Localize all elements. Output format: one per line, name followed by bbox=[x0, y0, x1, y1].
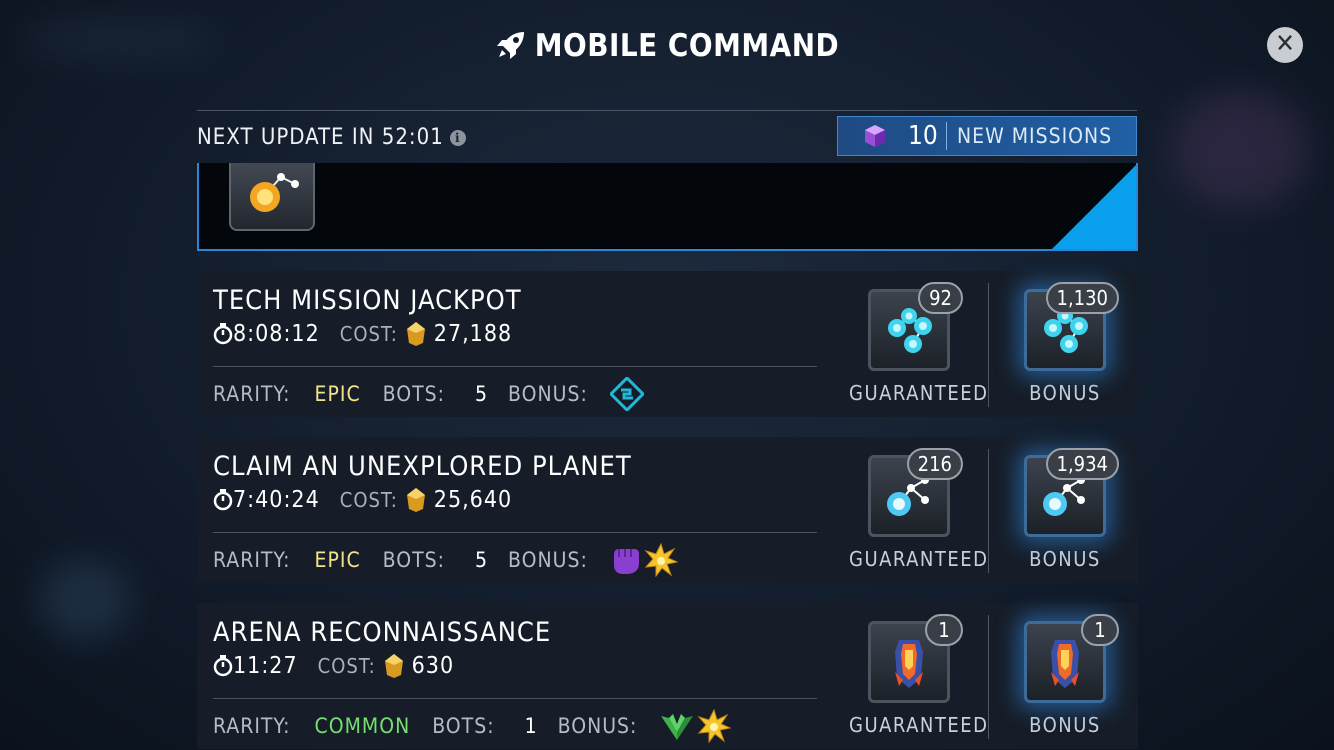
reward-count-badge: 1 bbox=[925, 614, 963, 646]
corner-accent-icon bbox=[1052, 165, 1136, 249]
mission-card[interactable]: TECH MISSION JACKPOT 8:08:12 COST: 27,18… bbox=[197, 271, 1138, 417]
bonus-reward-label: BONUS bbox=[1029, 381, 1101, 405]
rarity-value: EPIC bbox=[314, 548, 361, 572]
bots-value: 1 bbox=[524, 714, 538, 738]
mission-stats: RARITY: COMMON BOTS: 1 BONUS: bbox=[213, 709, 732, 743]
reward-frame: 92 bbox=[868, 282, 963, 371]
guaranteed-label: GUARANTEED bbox=[849, 713, 989, 737]
bots-value: 5 bbox=[475, 548, 489, 572]
rarity-value: COMMON bbox=[314, 714, 411, 738]
divider bbox=[213, 366, 817, 367]
cost-label: COST: bbox=[339, 322, 398, 346]
featured-mission-card[interactable] bbox=[197, 163, 1138, 251]
divider bbox=[988, 615, 989, 739]
mission-meta: 8:08:12 COST: 27,188 bbox=[213, 321, 512, 347]
mission-title: TECH MISSION JACKPOT bbox=[213, 285, 522, 316]
new-missions-button[interactable]: 10 NEW MISSIONS bbox=[837, 116, 1137, 156]
guaranteed-reward[interactable]: 92 GUARANTEED bbox=[849, 282, 989, 405]
reward-count-badge: 1 bbox=[1081, 614, 1119, 646]
next-update-timer: NEXT UPDATE IN 52:01 i bbox=[197, 125, 466, 150]
mutant-fist-icon bbox=[613, 549, 639, 574]
rarity-label: RARITY: bbox=[213, 382, 291, 406]
mission-meta: 7:40:24 COST: 25,640 bbox=[213, 487, 512, 513]
new-missions-count: 10 bbox=[908, 121, 938, 151]
bonus-reward[interactable]: 1,130 BONUS bbox=[1005, 282, 1125, 405]
reward-frame: 1 bbox=[1024, 614, 1119, 703]
cosmic-burst-icon bbox=[697, 709, 732, 743]
mission-title: CLAIM AN UNEXPLORED PLANET bbox=[213, 451, 632, 482]
bots-label: BOTS: bbox=[382, 548, 446, 572]
timer-icon bbox=[213, 489, 233, 511]
title-text: MOBILE COMMAND bbox=[534, 28, 840, 64]
mission-meta: 11:27 COST: 630 bbox=[213, 653, 454, 679]
skill-wings-icon bbox=[661, 714, 694, 740]
reward-frame: 1 bbox=[868, 614, 963, 703]
divider bbox=[988, 449, 989, 573]
bonus-reward-label: BONUS bbox=[1029, 547, 1101, 571]
bonus-icons bbox=[610, 543, 678, 577]
timer-icon bbox=[213, 655, 233, 677]
reward-frame: 1,130 bbox=[1024, 282, 1119, 371]
bonus-label: BONUS: bbox=[557, 714, 638, 738]
catalyst-icon bbox=[229, 163, 315, 231]
mission-card[interactable]: ARENA RECONNAISSANCE 11:27 COST: 630 RAR… bbox=[197, 603, 1138, 749]
guaranteed-label: GUARANTEED bbox=[849, 381, 989, 405]
bonus-label: BONUS: bbox=[508, 382, 588, 406]
timer-icon bbox=[213, 323, 233, 345]
divider bbox=[946, 122, 947, 150]
guaranteed-reward[interactable]: 1 GUARANTEED bbox=[849, 614, 989, 737]
bonus-reward[interactable]: 1 BONUS bbox=[1005, 614, 1125, 737]
divider bbox=[213, 532, 817, 533]
cosmic-burst-icon bbox=[644, 543, 678, 577]
reward-count-badge: 1,130 bbox=[1045, 282, 1119, 314]
mission-timer: 11:27 bbox=[233, 653, 298, 679]
new-missions-label: NEW MISSIONS bbox=[957, 124, 1113, 148]
bonus-icons bbox=[609, 377, 644, 411]
tech-class-icon bbox=[609, 377, 644, 411]
info-icon[interactable]: i bbox=[449, 130, 466, 146]
guaranteed-reward[interactable]: 216 GUARANTEED bbox=[849, 448, 989, 571]
rocket-icon bbox=[496, 32, 524, 59]
cost-label: COST: bbox=[339, 488, 398, 512]
reward-count-badge: 216 bbox=[906, 448, 963, 480]
mission-cost: 25,640 bbox=[433, 487, 513, 513]
gold-icon bbox=[406, 322, 425, 346]
page-title: MOBILE COMMAND bbox=[0, 28, 1334, 64]
bonus-reward-label: BONUS bbox=[1029, 713, 1101, 737]
cost-label: COST: bbox=[317, 654, 376, 678]
reward-count-badge: 1,934 bbox=[1045, 448, 1119, 480]
bots-value: 5 bbox=[475, 382, 489, 406]
background-decor bbox=[40, 560, 130, 640]
cube-icon bbox=[865, 125, 885, 147]
reward-count-badge: 92 bbox=[918, 282, 963, 314]
rarity-label: RARITY: bbox=[213, 548, 291, 572]
gold-icon bbox=[384, 654, 403, 678]
mission-timer: 8:08:12 bbox=[233, 321, 320, 347]
close-icon: ✕ bbox=[1275, 29, 1295, 59]
next-update-text: NEXT UPDATE IN 52:01 bbox=[197, 125, 444, 150]
background-decor bbox=[1170, 90, 1310, 210]
update-bar: NEXT UPDATE IN 52:01 i 10 NEW MISSIONS bbox=[197, 110, 1137, 164]
mission-stats: RARITY: EPIC BOTS: 5 BONUS: bbox=[213, 543, 678, 577]
reward-frame: 216 bbox=[868, 448, 963, 537]
close-button[interactable]: ✕ bbox=[1267, 27, 1303, 63]
mission-title: ARENA RECONNAISSANCE bbox=[213, 617, 552, 648]
bots-label: BOTS: bbox=[432, 714, 495, 738]
divider bbox=[213, 698, 817, 699]
bonus-icons bbox=[659, 709, 732, 743]
divider bbox=[988, 283, 989, 407]
mission-cost: 630 bbox=[411, 653, 455, 679]
mission-card[interactable]: CLAIM AN UNEXPLORED PLANET 7:40:24 COST:… bbox=[197, 437, 1138, 583]
rarity-value: EPIC bbox=[314, 382, 361, 406]
bonus-reward[interactable]: 1,934 BONUS bbox=[1005, 448, 1125, 571]
gold-icon bbox=[406, 488, 425, 512]
guaranteed-label: GUARANTEED bbox=[849, 547, 989, 571]
mission-timer: 7:40:24 bbox=[233, 487, 320, 513]
bonus-label: BONUS: bbox=[508, 548, 588, 572]
mission-cost: 27,188 bbox=[433, 321, 513, 347]
mission-stats: RARITY: EPIC BOTS: 5 BONUS: bbox=[213, 377, 644, 411]
reward-frame: 1,934 bbox=[1024, 448, 1119, 537]
rarity-label: RARITY: bbox=[213, 714, 291, 738]
bots-label: BOTS: bbox=[382, 382, 446, 406]
